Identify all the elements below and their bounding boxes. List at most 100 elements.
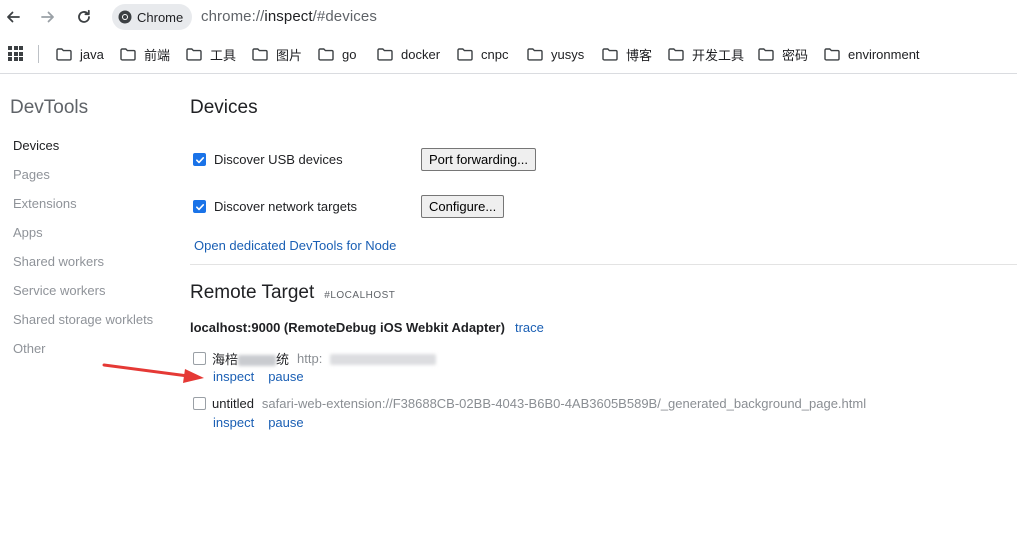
discover-network-label: Discover network targets <box>214 199 358 214</box>
folder-icon <box>377 47 393 61</box>
discover-usb-row: Discover USB devices <box>193 152 343 167</box>
redacted-text-block <box>238 355 277 367</box>
bookmarks-divider <box>38 45 39 63</box>
sidebar-item-shared-storage-worklets[interactable]: Shared storage worklets <box>13 312 153 327</box>
target-actions: inspect pause <box>213 369 304 384</box>
bookmark-label: go <box>342 46 357 62</box>
folder-icon <box>457 47 473 61</box>
sidebar-item-devices[interactable]: Devices <box>13 138 59 153</box>
url-host: inspect <box>264 8 313 25</box>
inspect-link[interactable]: inspect <box>213 369 254 384</box>
discover-usb-label: Discover USB devices <box>214 152 343 167</box>
device-name: localhost:9000 (RemoteDebug iOS Webkit A… <box>190 320 505 335</box>
bookmark-label: environment <box>848 46 920 62</box>
trace-link[interactable]: trace <box>515 320 544 335</box>
target-row: untitled safari-web-extension://F38688CB… <box>193 396 866 411</box>
bookmark-folder[interactable]: java <box>56 44 104 64</box>
target-title: untitled <box>212 396 254 411</box>
inspect-link[interactable]: inspect <box>213 415 254 430</box>
bookmark-label: docker <box>401 46 441 62</box>
page-title: Devices <box>190 97 258 118</box>
folder-icon <box>824 47 840 61</box>
target-favicon-placeholder <box>193 397 206 410</box>
address-bar-row: Chrome chrome://inspect/#devices <box>0 0 1017 34</box>
site-chip-label: Chrome <box>137 9 184 25</box>
apps-grid-icon[interactable] <box>8 46 23 61</box>
target-title-start: 海棓 <box>212 352 239 367</box>
url-rest: /#devices <box>312 8 377 25</box>
url-scheme: chrome:// <box>201 8 265 25</box>
bookmark-label: 密码 <box>782 47 809 63</box>
folder-icon <box>527 47 543 61</box>
pause-link[interactable]: pause <box>268 369 303 384</box>
annotation-arrow-icon <box>102 363 204 383</box>
folder-icon <box>56 47 72 61</box>
discover-network-checkbox[interactable] <box>193 200 206 213</box>
remote-target-subtitle: #LOCALHOST <box>324 290 396 301</box>
bookmark-label: 前端 <box>144 47 171 63</box>
target-title-end: 统 <box>276 352 290 367</box>
target-row: 海棓 统 http: <box>193 349 436 368</box>
configure-button[interactable]: Configure... <box>421 195 505 218</box>
pause-link[interactable]: pause <box>268 415 303 430</box>
bookmark-folder[interactable]: 博客 <box>602 44 652 64</box>
reload-icon <box>78 9 90 23</box>
chrome-logo-icon <box>118 10 132 24</box>
url-field[interactable]: chrome://inspect/#devices <box>201 8 377 25</box>
checkmark-icon <box>195 156 204 163</box>
bookmarks-bar: java 前端 工具 图片 go docker cnpc yusys 博客 开发… <box>0 38 1017 70</box>
bookmark-folder[interactable]: 开发工具 <box>668 44 744 64</box>
bookmark-folder[interactable]: 前端 <box>120 44 170 64</box>
port-forwarding-button[interactable]: Port forwarding... <box>421 148 536 171</box>
reload-button[interactable] <box>71 4 97 30</box>
sidebar-item-shared-workers[interactable]: Shared workers <box>13 254 104 269</box>
bookmark-folder[interactable]: 密码 <box>758 44 808 64</box>
discover-network-row: Discover network targets <box>193 199 357 214</box>
bookmark-label: 博客 <box>626 47 653 63</box>
site-info-chip[interactable]: Chrome <box>112 4 193 30</box>
bookmark-label: java <box>80 46 104 62</box>
open-node-devtools-link[interactable]: Open dedicated DevTools for Node <box>194 238 396 253</box>
bookmark-folder[interactable]: go <box>318 44 356 64</box>
target-actions: inspect pause <box>213 415 304 430</box>
back-button[interactable] <box>0 4 26 30</box>
target-title: 海棓 统 <box>212 349 289 368</box>
folder-icon <box>758 47 774 61</box>
folder-icon <box>252 47 268 61</box>
target-url: http: <box>297 351 436 366</box>
bookmark-folder[interactable]: 图片 <box>252 44 302 64</box>
bookmark-label: yusys <box>551 46 585 62</box>
folder-icon <box>120 47 136 61</box>
arrow-right-icon <box>41 11 54 23</box>
bookmark-label: cnpc <box>481 46 509 62</box>
discover-usb-checkbox[interactable] <box>193 153 206 166</box>
sidebar-item-other[interactable]: Other <box>13 341 46 356</box>
sidebar-title: DevTools <box>10 97 89 118</box>
device-header: localhost:9000 (RemoteDebug iOS Webkit A… <box>190 320 544 335</box>
target-url-start: http: <box>297 351 323 366</box>
folder-icon <box>186 47 202 61</box>
bookmark-folder[interactable]: environment <box>824 44 920 64</box>
bookmark-label: 开发工具 <box>692 47 745 63</box>
bookmark-folder[interactable]: 工具 <box>186 44 236 64</box>
sidebar-item-extensions[interactable]: Extensions <box>13 196 77 211</box>
section-divider <box>190 264 1017 265</box>
forward-button[interactable] <box>35 4 61 30</box>
bookmark-folder[interactable]: cnpc <box>457 44 508 64</box>
bookmark-label: 工具 <box>210 47 237 63</box>
toolbar-divider <box>0 73 1017 74</box>
bookmark-label: 图片 <box>276 47 303 63</box>
bookmark-folder[interactable]: docker <box>377 44 440 64</box>
folder-icon <box>602 47 618 61</box>
arrow-left-icon <box>7 11 20 23</box>
redacted-url-block <box>329 354 436 366</box>
sidebar-item-apps[interactable]: Apps <box>13 225 43 240</box>
bookmark-folder[interactable]: yusys <box>527 44 584 64</box>
remote-target-heading: Remote Target #LOCALHOST <box>190 282 395 304</box>
sidebar-item-service-workers[interactable]: Service workers <box>13 283 105 298</box>
folder-icon <box>318 47 334 61</box>
sidebar-item-pages[interactable]: Pages <box>13 167 50 182</box>
remote-target-title: Remote Target <box>190 282 315 303</box>
checkmark-icon <box>195 203 204 210</box>
folder-icon <box>668 47 684 61</box>
